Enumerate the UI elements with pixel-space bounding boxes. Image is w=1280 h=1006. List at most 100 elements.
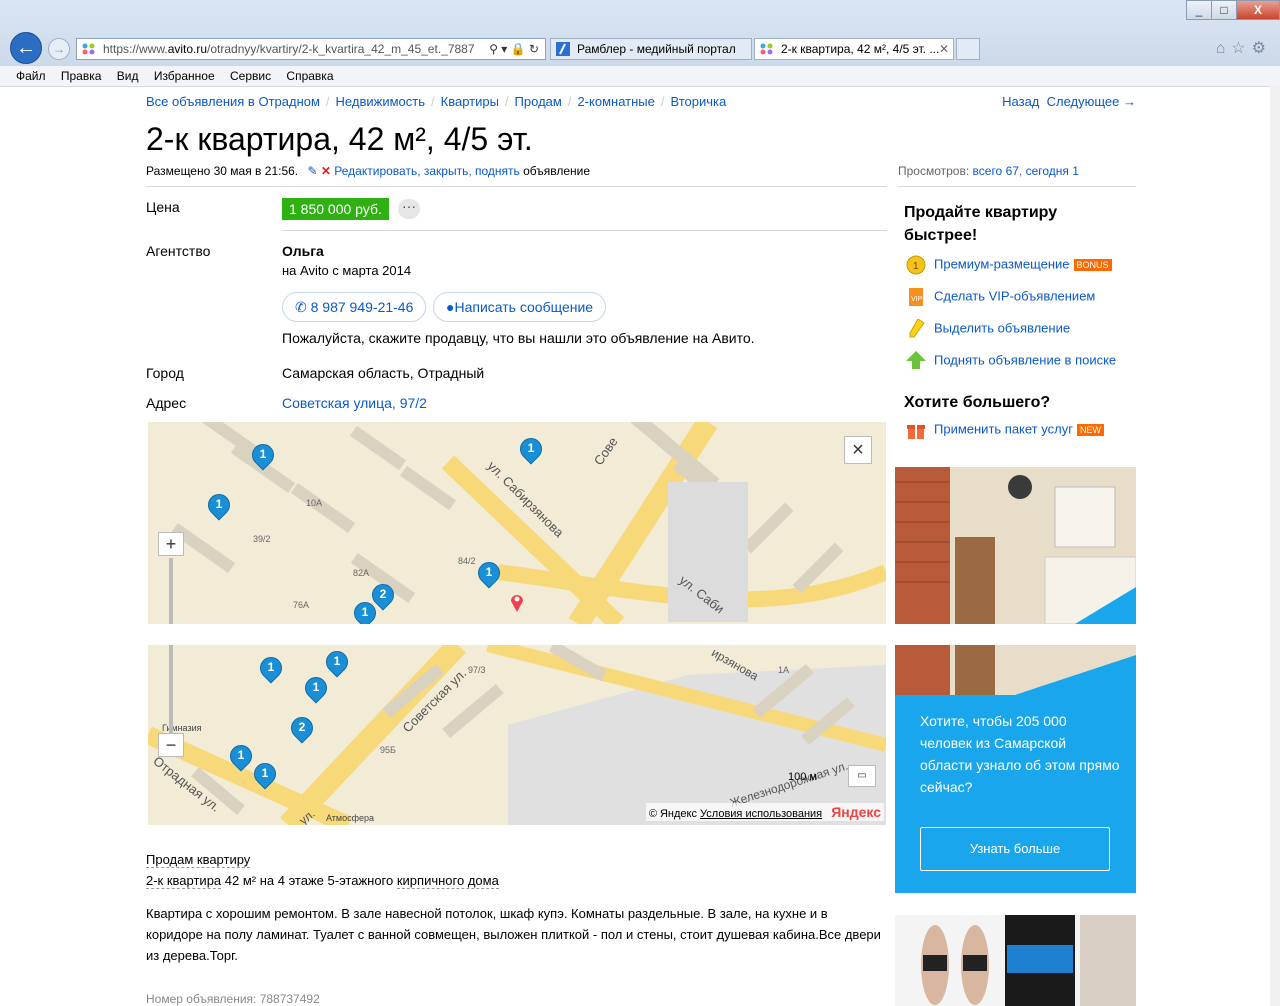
edit-close-raise-link[interactable]: Редактировать, закрыть, поднять — [334, 164, 519, 178]
menu-file[interactable]: Файл — [16, 69, 46, 83]
svg-text:1А: 1А — [778, 665, 789, 675]
write-message-label: Написать сообщение — [454, 299, 594, 315]
agency-label: Агентство — [146, 243, 211, 259]
ad-number: Номер объявления: 788737492 — [146, 992, 320, 1006]
breadcrumb-apartments[interactable]: Квартиры — [441, 94, 499, 109]
menu-tools[interactable]: Сервис — [230, 69, 271, 83]
tab-close-icon[interactable]: ✕ — [939, 39, 949, 59]
zoom-slider-track[interactable] — [169, 558, 173, 624]
forward-button[interactable]: → — [48, 38, 70, 60]
map-pin[interactable]: 1 — [247, 439, 279, 472]
minimize-icon[interactable]: _ — [1186, 0, 1212, 20]
maximize-icon[interactable]: □ — [1211, 0, 1237, 20]
description-summary: 2-к квартира 42 м² на 4 этаже 5-этажного… — [146, 873, 499, 889]
seller-name: Ольга — [282, 243, 324, 259]
coin-icon: 1 — [906, 255, 926, 275]
posted-date: Размещено 30 мая в 21:56. — [146, 164, 299, 178]
views-today-link[interactable]: сегодня 1 — [1026, 164, 1079, 178]
description-heading: Продам квартиру — [146, 852, 251, 868]
address-bar[interactable]: https://www.avito.ru/otradnyy/kvartiry/2… — [76, 38, 546, 60]
zoom-out-button[interactable]: − — [158, 733, 184, 757]
tab-rambler[interactable]: Рамблер - медийный портал — [550, 38, 752, 60]
address-link[interactable]: Советская улица, 97/2 — [282, 395, 427, 411]
price-label: Цена — [146, 199, 180, 215]
page-title: 2-к квартира, 42 м², 4/5 эт. — [146, 121, 533, 157]
breadcrumb-2rooms[interactable]: 2-комнатные — [577, 94, 654, 109]
map-pin[interactable]: 1 — [473, 557, 505, 590]
fitness-ad-image[interactable] — [895, 915, 1136, 1006]
search-lock-refresh-icon[interactable]: ⚲ ▾ 🔒 ↻ — [489, 39, 539, 59]
kitchen-ad-image-continued[interactable] — [895, 645, 1136, 695]
map-top[interactable]: ул. Сабирзянова ул. Саби Сове 10А 39/2 8… — [148, 422, 886, 624]
ruler-icon[interactable]: ▭ — [848, 765, 876, 787]
raise-item[interactable]: Поднять объявление в поиске — [906, 351, 1116, 371]
nav-back-link[interactable]: Назад — [1002, 94, 1039, 109]
url-prefix: https://www. — [103, 42, 168, 56]
page-scrollbar[interactable] — [1270, 86, 1280, 1006]
raise-link[interactable]: Поднять объявление в поиске — [934, 352, 1116, 367]
phone-number: 8 987 949-21-46 — [310, 299, 414, 315]
highlight-item[interactable]: Выделить объявление — [906, 318, 1070, 339]
up-arrow-icon — [906, 351, 926, 371]
map-copyright-text: © Яндекс — [648, 808, 697, 820]
tab-rambler-label: Рамблер - медийный портал — [577, 42, 736, 56]
map-pin[interactable]: 1 — [349, 597, 381, 624]
premium-item[interactable]: 1 Премиум-размещение BONUS — [906, 255, 1112, 275]
menu-favorites[interactable]: Избранное — [154, 69, 215, 83]
vip-icon: VIP — [906, 287, 926, 307]
map-pin[interactable]: 1 — [249, 758, 281, 791]
divider — [282, 230, 887, 231]
nav-next-link[interactable]: Следующее → — [1047, 94, 1136, 109]
map-pin[interactable]: 1 — [203, 489, 235, 522]
map-pin[interactable]: 1 — [225, 740, 257, 773]
package-item[interactable]: Применить пакет услуг NEW — [906, 420, 1104, 440]
svg-text:VIP: VIP — [911, 296, 923, 303]
zoom-in-button[interactable]: + — [158, 532, 184, 556]
map-pin[interactable]: 1 — [255, 652, 287, 685]
map-close-button[interactable]: × — [844, 436, 872, 464]
tab-avito[interactable]: 2-к квартира, 42 м², 4/5 эт. ... ✕ — [754, 38, 954, 60]
avito-tab-favicon-icon — [760, 43, 773, 55]
svg-text:76А: 76А — [293, 600, 309, 610]
highlight-link[interactable]: Выделить объявление — [934, 320, 1070, 335]
zoom-slider-track-bottom[interactable] — [169, 645, 173, 733]
map-pin[interactable]: 2 — [286, 712, 318, 745]
divider — [898, 186, 1136, 187]
vip-link[interactable]: Сделать VIP-объявлением — [934, 288, 1095, 303]
seller-note: Пожалуйста, скажите продавцу, что вы наш… — [282, 330, 755, 346]
svg-text:Атмосфера: Атмосфера — [326, 813, 374, 823]
vip-item[interactable]: VIP Сделать VIP-объявлением — [906, 287, 1095, 307]
map-terms-link[interactable]: Условия использования — [700, 808, 822, 820]
breadcrumb-secondary[interactable]: Вторичка — [670, 94, 726, 109]
menu-view[interactable]: Вид — [117, 69, 139, 83]
map-pin[interactable]: 1 — [321, 646, 353, 679]
price-more-button[interactable]: ··· — [398, 199, 420, 219]
write-message-button[interactable]: ●Написать сообщение — [433, 292, 607, 322]
new-tab-button[interactable] — [956, 38, 980, 60]
menu-help[interactable]: Справка — [286, 69, 333, 83]
map-pin[interactable]: 1 — [515, 433, 547, 466]
map-pin[interactable]: 1 — [300, 672, 332, 705]
breadcrumb-realty[interactable]: Недвижимость — [336, 94, 425, 109]
kitchen-photo — [895, 467, 1136, 624]
map-bottom[interactable]: Советская ул. Отрадная ул. ул. ирзянова … — [148, 645, 886, 825]
url-path: /otradnyy/kvartiry/2-k_kvartira_42_m_45_… — [207, 42, 475, 56]
back-button[interactable]: ← — [10, 32, 42, 64]
kitchen-ad-image[interactable] — [895, 467, 1136, 624]
seller-since: на Avito с марта 2014 — [282, 263, 412, 278]
svg-text:95Б: 95Б — [380, 745, 396, 755]
phone-button[interactable]: ✆ 8 987 949-21-46 — [282, 292, 427, 322]
views-total-link[interactable]: всего 67 — [973, 164, 1019, 178]
breadcrumb-sell[interactable]: Продам — [515, 94, 562, 109]
home-star-gear-icon[interactable]: ⌂☆⚙ — [1216, 38, 1272, 58]
breadcrumb-all-ads[interactable]: Все объявления в Отрадном — [146, 94, 320, 109]
phone-icon: ✆ — [295, 299, 307, 315]
package-link[interactable]: Применить пакет услуг — [934, 421, 1073, 436]
svg-text:84/2: 84/2 — [458, 556, 476, 566]
map-copyright: © Яндекс Условия использования Яндекс — [645, 803, 884, 821]
learn-more-button[interactable]: Узнать больше — [920, 827, 1110, 871]
close-window-icon[interactable]: X — [1236, 0, 1280, 20]
menu-edit[interactable]: Правка — [61, 69, 102, 83]
cross-icon: ✕ — [320, 164, 331, 178]
premium-link[interactable]: Премиум-размещение — [934, 256, 1070, 271]
